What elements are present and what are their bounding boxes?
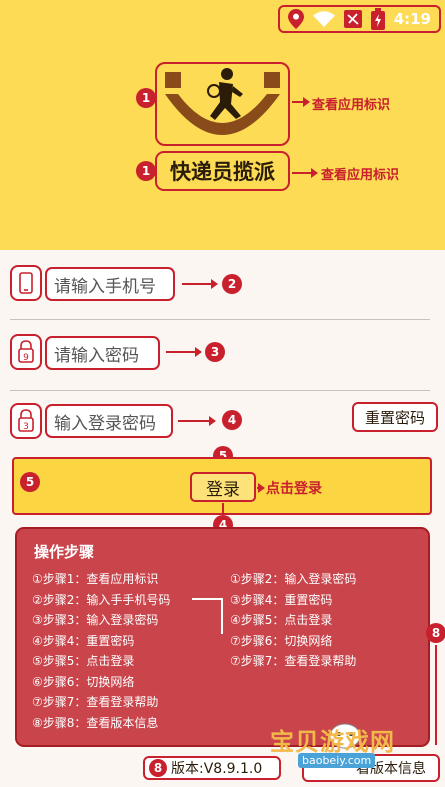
login-password-field-icon: 3 [10, 403, 42, 439]
divider-2 [10, 390, 430, 391]
steps-title: 操作步骤 [34, 543, 95, 561]
annotation-view-app-id-1: 查看应用标识 [312, 98, 391, 113]
status-bar: 4:19 [277, 5, 441, 33]
steps-right-list: ①步骤2：输入登录密码 ③步骤4：重置密码 ④步骤5：点击登录 ⑦步骤6：切换网… [230, 570, 356, 673]
app-title[interactable]: 快递员揽派 [155, 151, 290, 191]
divider-1 [10, 319, 430, 320]
version-text: 版本:V8.9.1.0 [171, 761, 263, 777]
phone-input[interactable]: 请输入手机号 [45, 267, 175, 301]
steps-connector-h [192, 598, 222, 600]
marker-5-left: 5 [20, 472, 40, 492]
marker-4-field: 4 [222, 410, 242, 430]
reset-password-button[interactable]: 重置密码 [352, 402, 438, 432]
annotation-view-app-id-2: 查看应用标识 [321, 168, 400, 183]
step-item: ③步骤3：输入登录密码 [32, 613, 159, 627]
step-item: ⑥步骤6：切换网络 [32, 674, 135, 689]
annotation-click-login: 点击登录 [266, 481, 322, 497]
lock-digit-9: 9 [23, 353, 29, 363]
battery-icon [370, 8, 385, 30]
marker-8-side: 8 [426, 623, 445, 643]
marker-1-title: 1 [136, 161, 156, 181]
marker-3: 3 [205, 342, 225, 362]
step-item: ①步骤1：查看应用标识 [32, 572, 159, 586]
arrow-phone [182, 279, 218, 289]
step-item: ⑦步骤7：查看登录帮助 [230, 654, 357, 668]
step-item: ①步骤2：输入登录密码 [230, 572, 357, 586]
wifi-icon [312, 11, 335, 27]
login-password-input[interactable]: 输入登录密码 [45, 404, 173, 438]
no-sim-icon [343, 10, 362, 28]
step-item: ④步骤5：点击登录 [230, 613, 333, 627]
courier-logo-icon [165, 68, 280, 135]
step-item: ⑦步骤6：切换网络 [230, 633, 333, 648]
lock-icon: 9 [18, 340, 34, 363]
step-item: ⑧步骤8：查看版本信息 [32, 715, 159, 730]
location-icon [287, 9, 304, 29]
password-field-icon: 9 [10, 334, 42, 370]
steps-connector-v [221, 598, 223, 634]
arrow-login-password [178, 416, 216, 426]
watermark-url: baobeiy.com [298, 753, 376, 768]
password-input[interactable]: 请输入密码 [45, 336, 160, 370]
steps-left-list: ①步骤1：查看应用标识 ②步骤2：输入手手机号码 ③步骤3：输入登录密码 ④步骤… [32, 570, 170, 734]
arrow-title [292, 168, 318, 178]
watermark-text: 宝贝游戏网 [270, 728, 395, 756]
marker-8-footer: 8 [149, 759, 167, 777]
step-item: ②步骤2：输入手手机号码 [32, 592, 171, 607]
marker-2: 2 [222, 274, 242, 294]
phone-icon [19, 272, 33, 294]
connector-login [222, 503, 224, 515]
status-time: 4:19 [393, 10, 431, 28]
app-logo[interactable] [155, 62, 290, 146]
arrow-password [166, 347, 202, 357]
version-label: 8 版本:V8.9.1.0 [143, 756, 281, 780]
login-button[interactable]: 登录 [190, 472, 256, 502]
steps-panel: 操作步骤 ①步骤1：查看应用标识 ②步骤2：输入手手机号码 ③步骤3：输入登录密… [15, 527, 430, 747]
connector-side [435, 645, 437, 745]
lock-digit-3: 3 [23, 422, 29, 432]
phone-field-icon [10, 265, 42, 301]
lock-icon: 3 [18, 409, 34, 432]
step-item: ⑦步骤7：查看登录帮助 [32, 695, 159, 709]
arrow-login [257, 483, 265, 493]
arrow-logo [292, 97, 310, 107]
marker-1-logo: 1 [136, 88, 156, 108]
step-item: ④步骤4：重置密码 [32, 633, 135, 648]
step-item: ⑤步骤5：点击登录 [32, 654, 135, 668]
step-item: ③步骤4：重置密码 [230, 592, 333, 607]
watermark: 宝贝游戏网 baobeiy.com [270, 718, 420, 778]
